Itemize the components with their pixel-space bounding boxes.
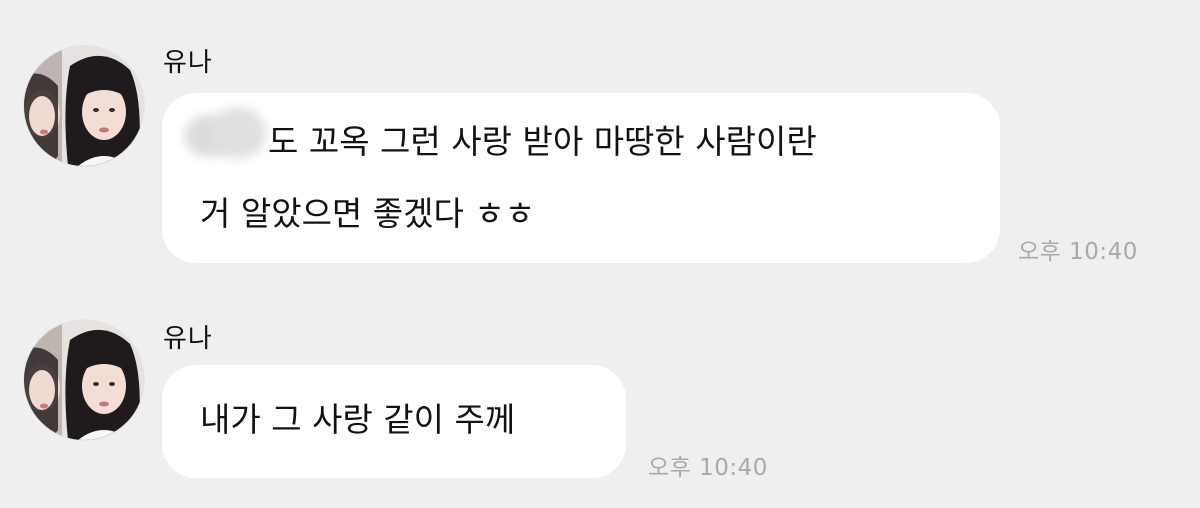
message-line-2: 거 알았으면 좋겠다 ㅎㅎ	[200, 194, 536, 233]
message-text: 내가 그 사랑 같이 주께	[200, 400, 516, 439]
profile-photo-icon	[24, 320, 144, 440]
message-line-1: 도 꼬옥 그런 사랑 받아 마땅한 사람이란	[184, 106, 970, 178]
message-timestamp: 오후 10:40	[648, 455, 768, 481]
message-timestamp: 오후 10:40	[1018, 239, 1138, 265]
chat-area[interactable]: 유나 도 꼬옥 그런 사랑 받아 마땅한 사람이란 거 알았으면 좋겠다 ㅎㅎ …	[0, 0, 1200, 508]
message-group: 유나 내가 그 사랑 같이 주께	[0, 300, 1200, 500]
sender-name: 유나	[163, 48, 213, 78]
message-bubble[interactable]: 도 꼬옥 그런 사랑 받아 마땅한 사람이란 거 알았으면 좋겠다 ㅎㅎ	[162, 93, 1000, 263]
message-group: 유나 도 꼬옥 그런 사랑 받아 마땅한 사람이란 거 알았으면 좋겠다 ㅎㅎ …	[0, 0, 1200, 280]
message-text: 도 꼬옥 그런 사랑 받아 마땅한 사람이란	[268, 122, 817, 161]
profile-photo-icon	[24, 46, 144, 166]
redacted-name-blur	[184, 107, 266, 161]
avatar[interactable]	[24, 320, 144, 440]
sender-name: 유나	[163, 324, 213, 354]
avatar[interactable]	[24, 46, 144, 166]
message-bubble[interactable]: 내가 그 사랑 같이 주께	[162, 365, 626, 478]
